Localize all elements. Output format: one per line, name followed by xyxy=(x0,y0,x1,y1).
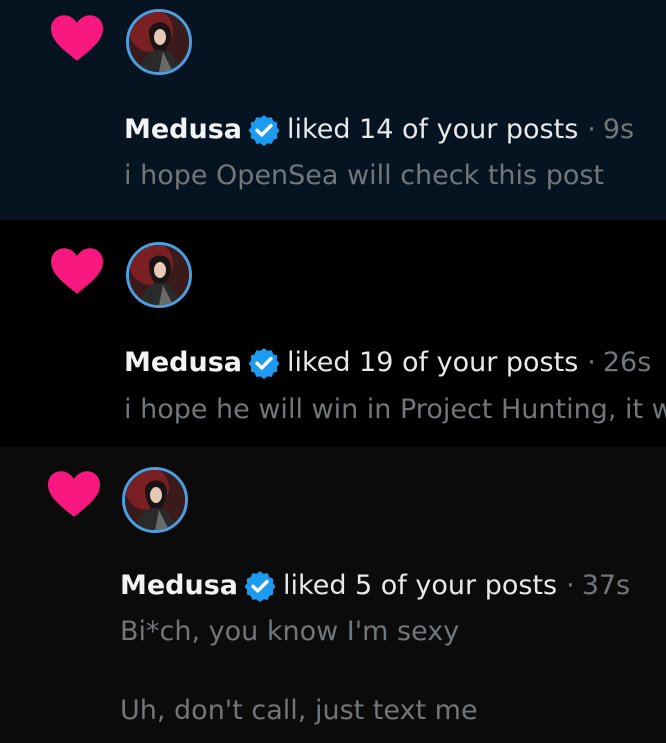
verified-badge-icon xyxy=(248,347,280,379)
user-name[interactable]: Medusa xyxy=(124,113,242,147)
notification-headline: Medusa liked 14 of your posts · 9s xyxy=(124,113,634,147)
post-snippet-line: Bi*ch, you know I'm sexy xyxy=(120,616,460,647)
post-snippet: i hope OpenSea will check this post xyxy=(124,160,605,191)
user-name[interactable]: Medusa xyxy=(124,346,242,380)
notification-headline: Medusa liked 5 of your posts · 37s xyxy=(120,569,630,603)
post-snippet: i hope he will win in Project Hunting, i… xyxy=(124,394,666,425)
notification-action: liked 5 of your posts xyxy=(283,570,558,601)
post-snippet-line: Uh, don't call, just text me xyxy=(120,695,478,726)
notification-action: liked 19 of your posts xyxy=(287,347,579,378)
separator-dot: · xyxy=(587,347,596,378)
separator-dot: · xyxy=(566,570,575,601)
avatar[interactable] xyxy=(122,467,188,533)
notification-action: liked 14 of your posts xyxy=(287,114,579,145)
heart-icon xyxy=(48,471,100,517)
verified-badge-icon xyxy=(244,570,276,602)
heart-icon xyxy=(51,15,103,61)
notification-item[interactable]: Medusa liked 14 of your posts · 9s i hop… xyxy=(0,0,666,220)
avatar[interactable] xyxy=(126,9,192,75)
timestamp: 26s xyxy=(602,347,652,378)
separator-dot: · xyxy=(587,114,596,145)
user-name[interactable]: Medusa xyxy=(120,569,238,603)
verified-badge-icon xyxy=(248,114,280,146)
heart-icon xyxy=(51,248,103,294)
notification-item[interactable]: Medusa liked 5 of your posts · 37s Bi*ch… xyxy=(0,447,666,743)
timestamp: 9s xyxy=(602,114,635,145)
notification-headline: Medusa liked 19 of your posts · 26s xyxy=(124,346,651,380)
notification-item[interactable]: Medusa liked 19 of your posts · 26s i ho… xyxy=(0,220,666,447)
avatar[interactable] xyxy=(126,242,192,308)
timestamp: 37s xyxy=(581,570,631,601)
